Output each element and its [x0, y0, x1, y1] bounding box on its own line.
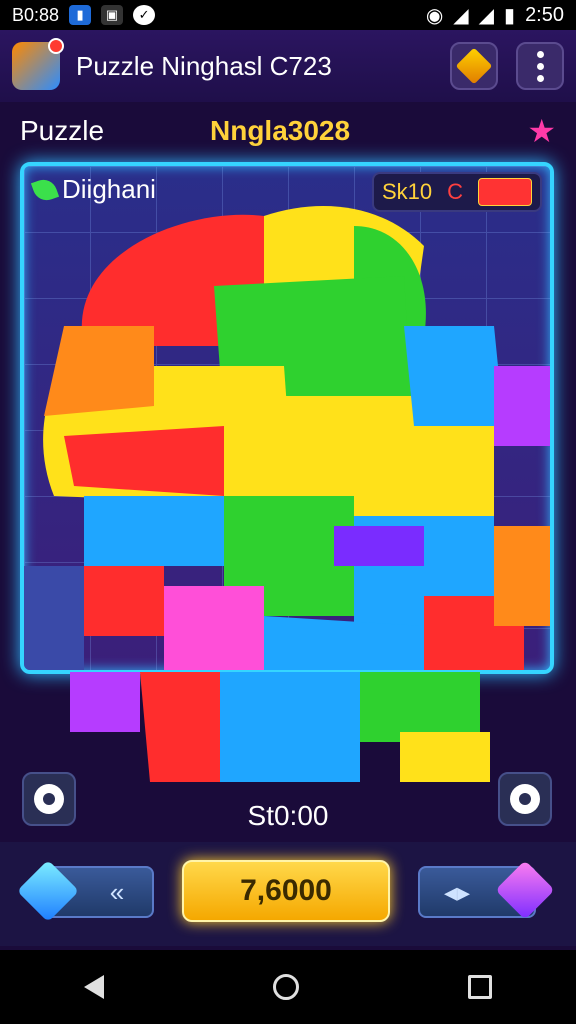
status-bar: B0:88 ▮ ▣ ✓ ◉ ◢ ◢ ▮ 2:50 [0, 0, 576, 30]
puzzle-piece [70, 672, 140, 732]
puzzle-piece [220, 672, 360, 782]
puzzle-piece [334, 526, 424, 566]
puzzle-piece [494, 526, 550, 626]
status-time: 2:50 [525, 3, 564, 26]
puzzle-board[interactable]: Diighani Sk10 C [20, 162, 554, 674]
back-button-glyph: « [109, 876, 125, 907]
star-icon[interactable]: ★ [527, 112, 556, 150]
swap-button-glyph: ◂▸ [443, 876, 471, 907]
puzzle-piece [84, 496, 224, 566]
more-vert-icon [536, 50, 544, 82]
ticket-icon [477, 178, 532, 206]
more-options-button[interactable] [516, 42, 564, 90]
puzzle-piece [44, 326, 154, 416]
score-value: 7,6000 [240, 874, 332, 907]
signal-icon: ◢ [478, 4, 495, 27]
app-bar: Puzzle Ninghasl C723 [0, 30, 576, 102]
gallery-icon: ▣ [101, 5, 124, 25]
puzzle-piece [84, 566, 164, 636]
board-title-text: Diighani [62, 174, 156, 204]
timer-text: St0:00 [247, 800, 329, 831]
puzzle-pieces[interactable] [24, 166, 550, 670]
score-label: Sk10 [382, 179, 433, 204]
wifi-icon: ◉ [425, 4, 444, 27]
nav-recents-icon[interactable] [467, 975, 492, 999]
puzzle-piece [64, 426, 224, 496]
notification-app-icon: ▮ [69, 5, 92, 25]
header-left-label: Puzzle [20, 115, 105, 146]
puzzle-piece [164, 586, 264, 670]
signal-icon: ◢ [453, 4, 469, 27]
puzzle-piece [494, 366, 550, 446]
game-header: Puzzle Nngla3028 ★ [0, 104, 576, 158]
puzzle-piece [400, 732, 490, 782]
puzzle-logo-icon[interactable] [12, 38, 64, 90]
puzzle-piece [404, 326, 504, 426]
notification-dot [48, 38, 64, 54]
overflow-pieces [70, 672, 490, 782]
puzzle-piece [360, 672, 480, 742]
gem-shop-button[interactable] [450, 42, 498, 90]
nav-home-icon[interactable] [272, 974, 299, 1000]
status-left-text: B0:88 [12, 4, 60, 25]
score-chip[interactable]: Sk10 C [372, 172, 542, 212]
nav-back-icon[interactable] [84, 975, 105, 999]
puzzle-piece [24, 566, 84, 670]
board-title: Diighani [30, 174, 156, 205]
app-title: Puzzle Ninghasl C723 [76, 50, 332, 81]
score-button[interactable]: 7,6000 [182, 860, 390, 922]
header-center-label: Nngla3028 [210, 115, 351, 146]
gem-shop-icon [455, 47, 493, 85]
android-nav-bar [0, 950, 576, 1024]
leaf-icon [30, 175, 60, 204]
check-icon: ✓ [133, 5, 156, 25]
score-mark: C [447, 179, 464, 204]
battery-icon: ▮ [504, 4, 516, 27]
puzzle-piece [140, 672, 220, 782]
